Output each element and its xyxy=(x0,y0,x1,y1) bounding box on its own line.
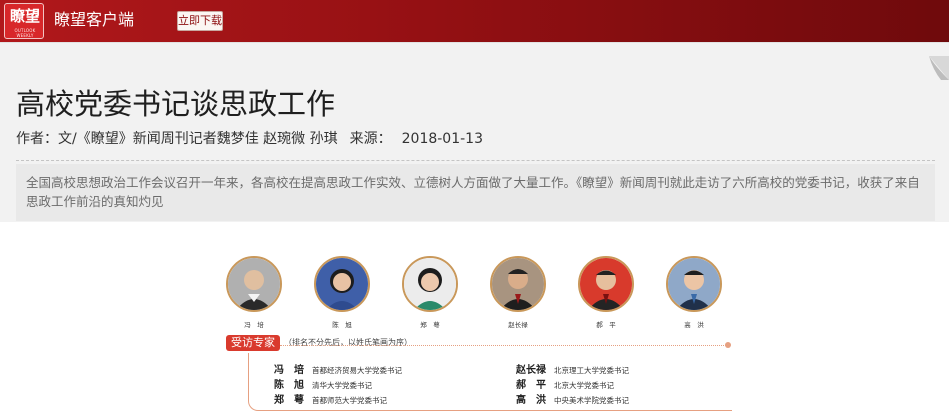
logo-text: 瞭望 xyxy=(9,7,40,25)
article-summary: 全国高校思想政治工作会议召开一年来，各高校在提高思政工作实效、立德树人方面做了大… xyxy=(16,164,935,221)
expert-name: 高 洪 xyxy=(516,395,546,406)
source-label: 来源： xyxy=(349,131,392,147)
logo-subtext: OUTLOOK WEEKLY xyxy=(14,28,36,38)
summary-text: 全国高校思想政治工作会议召开一年来，各高校在提高思政工作实效、立德树人方面做了大… xyxy=(26,175,920,209)
dotted-rule xyxy=(280,345,728,346)
download-button[interactable]: 立即下载 xyxy=(177,11,223,31)
expert-entry: 冯 培首都经济贸易大学党委书记 xyxy=(274,358,402,376)
portrait-name: 赵长禄 xyxy=(508,321,528,329)
expert-role: 中央美术学院党委书记 xyxy=(554,396,629,405)
portrait-name: 郝 平 xyxy=(596,321,616,329)
page-curl-icon xyxy=(929,56,949,80)
experts-note: （排名不分先后，以姓氏笔画为序） xyxy=(284,338,412,347)
divider xyxy=(16,160,935,161)
portrait-4 xyxy=(490,256,546,312)
article-title: 高校党委书记谈思政工作 xyxy=(16,87,336,121)
app-banner: 瞭望 OUTLOOK WEEKLY 瞭望客户端 立即下载 xyxy=(0,0,949,42)
portrait-name: 冯 培 xyxy=(244,321,264,329)
portrait-3 xyxy=(402,256,458,312)
list-rule xyxy=(272,410,732,411)
expert-entry: 陈 旭清华大学党委书记 xyxy=(274,373,372,391)
portrait-6 xyxy=(666,256,722,312)
author-name: 文/《瞭望》新闻周刊记者魏梦佳 赵琬微 孙琪 xyxy=(58,131,338,147)
portrait-name: 高 洪 xyxy=(684,321,704,329)
experts-badge: 受访专家 xyxy=(226,335,280,351)
expert-entry: 郑 萼首都师范大学党委书记 xyxy=(274,388,387,406)
article-figure: 冯 培 陈 旭 郑 萼 赵长禄 郝 平 高 洪 受访专家 （排名不分先后，以姓氏… xyxy=(204,242,745,414)
expert-role: 首都师范大学党委书记 xyxy=(312,396,387,405)
article-meta: 作者：文/《瞭望》新闻周刊记者魏梦佳 赵琬微 孙琪 来源： 2018-01-13 xyxy=(16,129,483,149)
app-name: 瞭望客户端 xyxy=(54,10,135,29)
expert-entry: 赵长禄 北京理工大学党委书记 xyxy=(516,358,629,376)
expert-entry: 高 洪中央美术学院党委书记 xyxy=(516,388,629,406)
portrait-1 xyxy=(226,256,282,312)
portrait-name: 郑 萼 xyxy=(420,321,440,329)
portrait-2 xyxy=(314,256,370,312)
author-label: 作者： xyxy=(16,131,58,147)
publish-date: 2018-01-13 xyxy=(401,131,483,147)
portrait-5 xyxy=(578,256,634,312)
dot-marker xyxy=(725,342,731,348)
list-bracket xyxy=(248,353,272,411)
expert-entry: 郝 平北京大学党委书记 xyxy=(516,373,614,391)
app-logo[interactable]: 瞭望 OUTLOOK WEEKLY xyxy=(4,3,44,39)
expert-name: 郑 萼 xyxy=(274,395,304,406)
portrait-name: 陈 旭 xyxy=(332,321,352,329)
